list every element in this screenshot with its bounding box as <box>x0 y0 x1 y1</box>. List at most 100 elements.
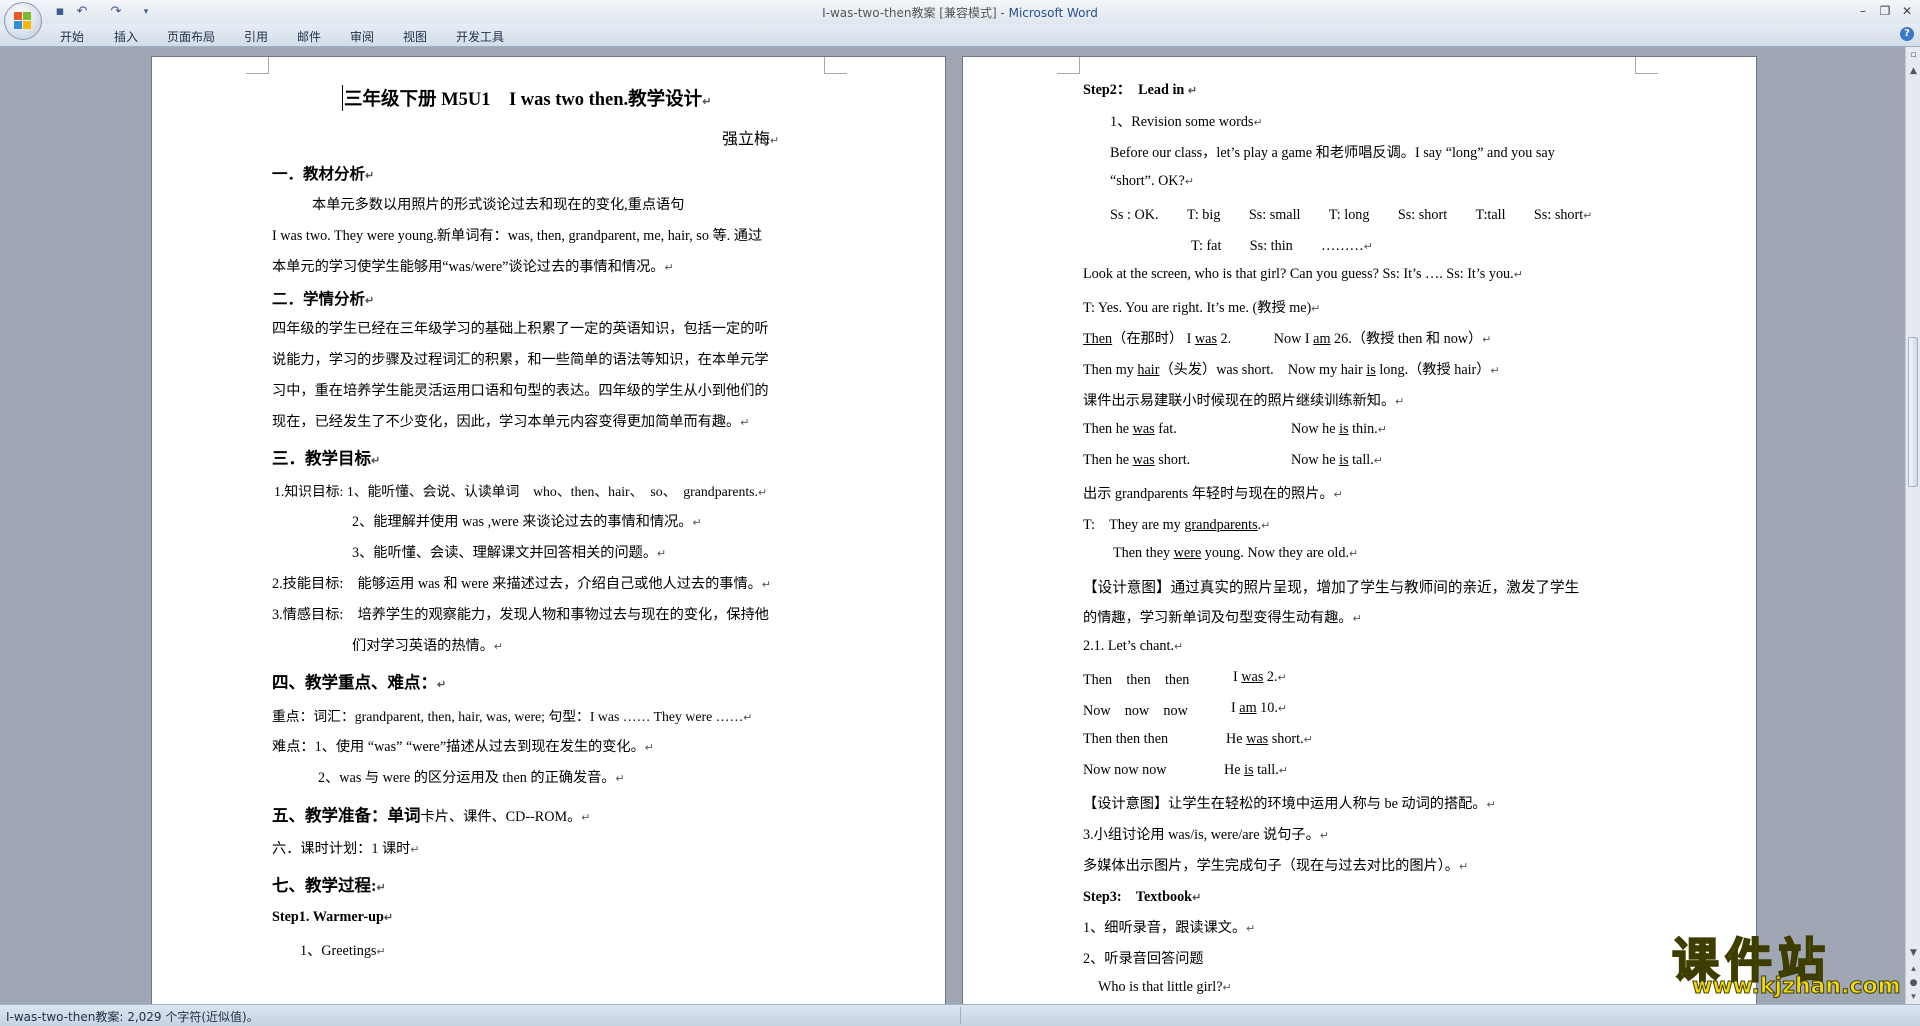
app-title: Microsoft Word <box>1008 6 1098 20</box>
page-2[interactable]: Step2： Lead in ↵ 1、Revision some words↵ … <box>963 57 1756 1004</box>
section-heading: 五、教学准备：单词卡片、课件、CD--ROM。↵ <box>272 806 591 825</box>
document-title: I-was-two-then教案 [兼容模式] - <box>822 6 1009 20</box>
document-area[interactable]: 三年级下册 M5U1 I was two then.教学设计↵ 强立梅↵ 一．教… <box>0 47 1905 1004</box>
paragraph: Before our class，let’s play a game 和老师唱反… <box>1110 145 1555 161</box>
crop-mark <box>1635 57 1658 74</box>
browse-object-icon[interactable]: ● <box>1908 977 1919 989</box>
paragraph: 2、was 与 were 的区分运用及 then 的正确发音。↵ <box>318 770 625 786</box>
paragraph: 1、细听录音，跟读课文。↵ <box>1083 920 1256 936</box>
paragraph: 的情趣，学习新单词及句型变得生动有趣。↵ <box>1083 610 1362 626</box>
office-button[interactable] <box>4 2 42 40</box>
paragraph: I was two. They were young.新单词有：was, the… <box>272 228 763 244</box>
tab-view[interactable]: 视图 <box>403 28 427 45</box>
page-1[interactable]: 三年级下册 M5U1 I was two then.教学设计↵ 强立梅↵ 一．教… <box>152 57 945 1004</box>
paragraph: “short”. OK?↵ <box>1110 173 1195 189</box>
paragraph: 课件出示易建联小时候现在的照片继续训练新知。↵ <box>1083 393 1405 409</box>
restore-icon[interactable]: ❐ <box>1874 2 1896 20</box>
tab-insert[interactable]: 插入 <box>114 28 138 45</box>
scroll-up-icon[interactable]: ▲ <box>1908 65 1919 77</box>
paragraph: 2.1. Let’s chant.↵ <box>1083 638 1184 654</box>
word-count-status[interactable]: I-was-two-then教案: 2,029 个字符(近似值)。 <box>6 1008 259 1025</box>
paragraph: 重点：词汇：grandparent, then, hair, was, were… <box>272 709 753 724</box>
paragraph: Then（在那时） I was 2. Now I am 26.（教授 then … <box>1083 331 1492 347</box>
watermark-logo: 课件站 www.kjzhan.com <box>1671 922 1908 1002</box>
paragraph: I was 2.↵ <box>1233 669 1287 685</box>
document-title-line: 三年级下册 M5U1 I was two then.教学设计↵ <box>342 85 711 111</box>
paragraph: Then my hair（头发）was short. Now my hair i… <box>1083 362 1500 378</box>
status-bar: I-was-two-then教案: 2,029 个字符(近似值)。 <box>0 1004 1920 1026</box>
scroll-thumb[interactable] <box>1908 337 1918 487</box>
previous-page-icon[interactable]: ▴ <box>1908 963 1919 975</box>
ribbon-tabs: 开始 插入 页面布局 引用 邮件 审阅 视图 开发工具 ? <box>0 24 1920 47</box>
tab-page-layout[interactable]: 页面布局 <box>167 28 215 45</box>
paragraph: 习中，重在培养学生能灵活运用口语和句型的表达。四年级的学生从小到他们的 <box>272 383 769 399</box>
paragraph: 现在，已经发生了不少变化，因此，学习本单元内容变得更加简单而有趣。↵ <box>272 414 750 430</box>
paragraph: He was short.↵ <box>1226 731 1313 747</box>
paragraph: 1.知识目标: 1、能听懂、会说、认读单词 who、then、hair、 so、… <box>274 484 768 499</box>
paragraph: 本单元的学习使学生能够用“was/were”谈论过去的事情和情况。↵ <box>272 259 674 275</box>
window-title: I-was-two-then教案 [兼容模式] - Microsoft Word <box>0 4 1920 21</box>
minimize-icon[interactable]: – <box>1852 2 1874 20</box>
vertical-scrollbar[interactable]: ▫ ▲ ▼ ▴ ● ▾ <box>1905 47 1920 1004</box>
paragraph: Now now now <box>1083 703 1188 719</box>
tab-references[interactable]: 引用 <box>244 28 268 45</box>
paragraph: He is tall.↵ <box>1224 762 1288 778</box>
crop-mark <box>246 57 269 74</box>
section-heading: 四、教学重点、难点：↵ <box>272 673 447 692</box>
paragraph: Now he is thin.↵ <box>1291 421 1387 437</box>
paragraph: 【设计意图】通过真实的照片呈现，增加了学生与教师间的亲近，激发了学生 <box>1083 580 1580 596</box>
tab-home[interactable]: 开始 <box>60 28 84 45</box>
tab-review[interactable]: 审阅 <box>350 28 374 45</box>
office-logo-icon <box>14 12 32 30</box>
paragraph: 3.小组讨论用 was/is, were/are 说句子。↵ <box>1083 827 1330 843</box>
paragraph: T: Yes. You are right. It’s me. (教授 me)↵ <box>1083 300 1321 316</box>
paragraph: T: fat Ss: thin ………↵ <box>1191 238 1373 254</box>
paragraph: T: They are my grandparents.↵ <box>1083 517 1271 533</box>
step-heading: Step1. Warmer-up↵ <box>272 909 394 925</box>
paragraph: 2、能理解并使用 was ,were 来谈论过去的事情和情况。↵ <box>352 514 702 530</box>
author-line: 强立梅↵ <box>722 131 780 148</box>
paragraph: 3、能听懂、会读、理解课文并回答相关的问题。↵ <box>352 545 667 561</box>
section-heading: 三．教学目标↵ <box>272 449 381 468</box>
paragraph: 2、听录音回答问题 <box>1083 951 1204 967</box>
paragraph: Then he was fat. <box>1083 421 1177 437</box>
paragraph: 说能力，学习的步骤及过程词汇的积累，和一些简单的语法等知识，在本单元学 <box>272 352 769 368</box>
paragraph: Look at the screen, who is that girl? Ca… <box>1083 266 1523 282</box>
paragraph: Ss : OK. T: big Ss: small T: long Ss: sh… <box>1110 207 1593 223</box>
ruler-toggle-icon[interactable]: ▫ <box>1908 49 1919 61</box>
step-heading: Step2： Lead in ↵ <box>1083 82 1198 98</box>
next-page-icon[interactable]: ▾ <box>1908 991 1919 1003</box>
paragraph: Now he is tall.↵ <box>1291 452 1383 468</box>
paragraph: 们对学习英语的热情。↵ <box>352 638 504 654</box>
status-divider <box>960 1007 961 1024</box>
step-heading: Step3: Textbook↵ <box>1083 889 1202 905</box>
tab-developer[interactable]: 开发工具 <box>456 28 504 45</box>
paragraph: 本单元多数以用照片的形式谈论过去和现在的变化,重点语句 <box>312 197 685 213</box>
paragraph: 3.情感目标: 培养学生的观察能力，发现人物和事物过去与现在的变化，保持他 <box>272 607 769 623</box>
paragraph: 1、Greetings↵ <box>300 943 386 959</box>
section-heading: 一．教材分析↵ <box>272 166 375 183</box>
scroll-down-icon[interactable]: ▼ <box>1908 947 1919 959</box>
crop-mark <box>1057 57 1080 74</box>
help-icon[interactable]: ? <box>1900 27 1914 41</box>
paragraph: Now now now <box>1083 762 1167 778</box>
crop-mark <box>824 57 847 74</box>
paragraph: Who is that little girl?↵ <box>1098 979 1232 995</box>
paragraph: Then they were young. Now they are old.↵ <box>1113 545 1359 561</box>
paragraph: 出示 grandparents 年轻时与现在的照片。↵ <box>1083 486 1343 502</box>
paragraph: 难点：1、使用 “was” “were”描述从过去到现在发生的变化。↵ <box>272 739 654 755</box>
section-heading: 七、教学过程:↵ <box>272 876 386 895</box>
watermark-url: www.kjzhan.com <box>1692 974 1902 1000</box>
paragraph: Then then then <box>1083 672 1190 688</box>
paragraph: I am 10.↵ <box>1231 700 1288 716</box>
paragraph: Then he was short. <box>1083 452 1191 468</box>
paragraph: 四年级的学生已经在三年级学习的基础上积累了一定的英语知识，包括一定的听 <box>272 321 769 337</box>
paragraph: Then then then <box>1083 731 1169 747</box>
tab-mailings[interactable]: 邮件 <box>297 28 321 45</box>
title-bar: ▪ ↶ ↷ ▾ I-was-two-then教案 [兼容模式] - Micros… <box>0 0 1920 40</box>
section-heading: 二．学情分析↵ <box>272 291 375 308</box>
paragraph: 多媒体出示图片，学生完成句子（现在与过去对比的图片）。↵ <box>1083 858 1469 874</box>
paragraph: 六．课时计划：1 课时↵ <box>272 841 420 857</box>
close-icon[interactable]: ✕ <box>1896 2 1918 20</box>
paragraph: 【设计意图】让学生在轻松的环境中运用人称与 be 动词的搭配。↵ <box>1083 796 1496 812</box>
